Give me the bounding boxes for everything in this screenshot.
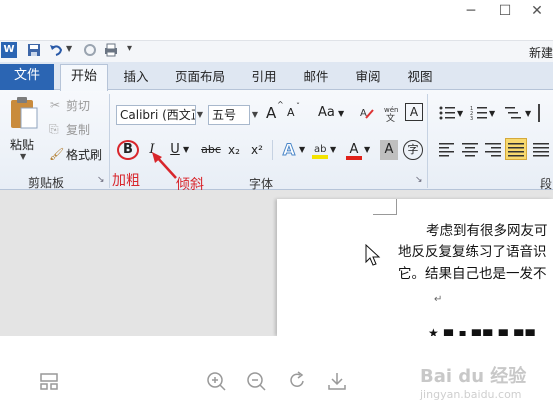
distributed-align-icon[interactable]: [532, 140, 550, 158]
font-name-dropdown-icon[interactable]: ▼: [194, 106, 206, 124]
watermark-main: Bai du 经验: [420, 366, 527, 387]
close-icon[interactable]: ✕: [526, 2, 548, 20]
save-icon[interactable]: [26, 42, 42, 58]
cut-button[interactable]: 剪切: [66, 96, 90, 116]
tab-home[interactable]: 开始: [60, 64, 108, 91]
baidu-watermark: Bai du 经验 jingyan.baidu.com: [420, 362, 526, 401]
bullets-dropdown-icon[interactable]: ▼: [457, 109, 463, 118]
font-color-dropdown-icon[interactable]: ▼: [364, 145, 370, 154]
tab-insert[interactable]: 插入: [116, 66, 156, 90]
tab-view[interactable]: 视图: [400, 66, 440, 90]
justify-button[interactable]: [505, 138, 527, 160]
doc-line-2[interactable]: 地反反复复练习了语音识: [398, 240, 547, 260]
character-border-button[interactable]: A: [405, 103, 423, 121]
font-size-combo[interactable]: 五号: [208, 105, 250, 125]
underline-dropdown-icon[interactable]: ▼: [183, 145, 189, 154]
zoom-in-icon[interactable]: [205, 370, 227, 392]
window-title: 新建: [528, 46, 553, 60]
minimize-icon[interactable]: ─: [460, 2, 482, 20]
superscript-button[interactable]: x²: [248, 140, 266, 160]
change-case-dropdown-icon[interactable]: ▼: [338, 109, 344, 118]
paste-label[interactable]: 粘贴: [10, 136, 34, 153]
numbering-dropdown-icon[interactable]: ▼: [489, 109, 495, 118]
clear-formatting-icon[interactable]: A: [358, 104, 376, 122]
svg-text:ab: ab: [314, 144, 326, 155]
bullets-icon[interactable]: [438, 104, 456, 122]
paste-dropdown-icon[interactable]: ▼: [20, 152, 26, 161]
paste-icon[interactable]: [8, 96, 40, 132]
tab-page-layout[interactable]: 页面布局: [168, 66, 232, 90]
strikethrough-button[interactable]: abc: [200, 140, 222, 160]
copy-icon: ⎘: [49, 122, 59, 136]
phonetic-guide-icon[interactable]: wén文: [383, 104, 401, 122]
enclose-characters-button[interactable]: 字: [403, 140, 423, 160]
watermark-sub: jingyan.baidu.com: [420, 388, 522, 401]
download-icon[interactable]: [326, 370, 348, 392]
customize-qat-icon[interactable]: ▾: [127, 43, 132, 54]
shrink-arrow-icon: ˇ: [296, 102, 300, 111]
align-center-icon[interactable]: [461, 140, 479, 158]
svg-text:文: 文: [386, 112, 395, 122]
rotate-icon[interactable]: [286, 370, 308, 392]
tab-mailings[interactable]: 邮件: [296, 66, 336, 90]
maximize-icon[interactable]: ☐: [494, 2, 516, 20]
character-shading-button[interactable]: A: [380, 140, 398, 160]
subscript-button[interactable]: x₂: [225, 140, 243, 160]
multilevel-dropdown-icon[interactable]: ▼: [525, 109, 531, 118]
group-divider: [109, 94, 110, 188]
font-size-dropdown-icon[interactable]: ▼: [249, 106, 261, 124]
tab-file[interactable]: 文件: [0, 64, 54, 90]
highlight-icon[interactable]: ab: [311, 140, 329, 160]
redo-icon[interactable]: [82, 42, 98, 58]
grow-arrow-icon: ^: [277, 100, 284, 109]
font-launcher-icon[interactable]: ↘: [415, 175, 423, 185]
format-painter-button[interactable]: 格式刷: [66, 145, 102, 165]
doc-next-line-fragment: ★ ■ ▪ ■■ ■ ■■: [428, 326, 536, 336]
margin-corner-mark: [373, 199, 397, 215]
mouse-cursor-icon: [365, 244, 381, 266]
tab-review[interactable]: 审阅: [348, 66, 388, 90]
cut-icon: ✂: [50, 98, 61, 112]
clipboard-launcher-icon[interactable]: ↘: [97, 175, 105, 185]
shrink-font-button[interactable]: A: [287, 106, 295, 119]
paragraph-mark: ↵: [434, 294, 443, 305]
bold-annotation: 加粗: [112, 173, 140, 189]
multilevel-list-icon[interactable]: [504, 104, 524, 122]
justify-icon: [508, 143, 524, 157]
font-name-combo[interactable]: Calibri (西文正文): [116, 105, 196, 125]
group-divider: [427, 94, 428, 188]
font-row-divider: [272, 140, 273, 160]
print-icon[interactable]: [103, 42, 119, 58]
undo-icon[interactable]: [48, 42, 64, 58]
word-logo-icon[interactable]: W: [1, 42, 17, 58]
svg-text:wén: wén: [384, 106, 398, 114]
bold-button[interactable]: B: [117, 140, 139, 160]
doc-line-1[interactable]: 考虑到有很多网友可: [426, 219, 548, 239]
clipboard-group-label: 剪贴板: [28, 176, 65, 190]
change-case-button[interactable]: Aa: [318, 105, 335, 120]
text-effects-dropdown-icon[interactable]: ▼: [299, 145, 305, 154]
undo-dropdown-icon[interactable]: ▼: [66, 44, 72, 53]
svg-text:3: 3: [470, 116, 473, 122]
doc-line-3[interactable]: 它。结果自己也是一发不: [398, 262, 547, 282]
thumbnail-view-icon[interactable]: [38, 370, 60, 392]
grow-font-button[interactable]: A: [266, 104, 276, 122]
align-left-icon[interactable]: [438, 140, 456, 158]
font-color-bar: [346, 156, 362, 160]
decrease-indent-icon[interactable]: [538, 104, 553, 122]
zoom-out-icon[interactable]: [245, 370, 267, 392]
highlight-dropdown-icon[interactable]: ▼: [330, 145, 336, 154]
numbering-icon[interactable]: 123: [470, 104, 488, 122]
format-painter-icon: 🖌: [49, 147, 65, 161]
copy-button[interactable]: 复制: [66, 120, 90, 140]
tab-references[interactable]: 引用: [244, 66, 284, 90]
text-effects-button[interactable]: A: [280, 140, 298, 160]
align-right-icon[interactable]: [484, 140, 502, 158]
